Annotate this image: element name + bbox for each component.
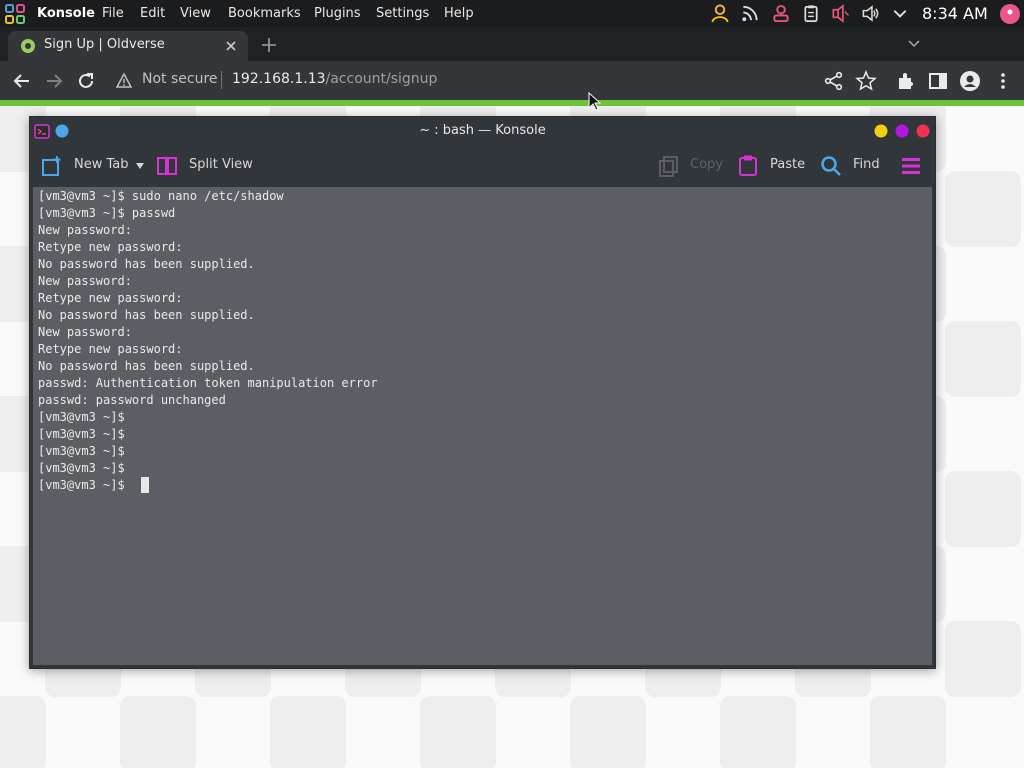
new-tab-icon[interactable] xyxy=(261,37,277,53)
browser-menu-icon[interactable] xyxy=(992,70,1014,92)
background-tile xyxy=(420,696,496,768)
bookmark-star-icon[interactable] xyxy=(855,70,877,92)
find-icon[interactable] xyxy=(820,155,842,177)
security-status[interactable]: Not secure xyxy=(142,71,218,87)
new-tab-label: New Tab xyxy=(74,157,129,172)
terminal-line: Retype new password: xyxy=(38,240,183,254)
background-tile xyxy=(720,696,796,768)
background-tile xyxy=(945,171,1021,247)
extensions-icon[interactable] xyxy=(895,70,917,92)
menu-view[interactable]: View xyxy=(180,0,211,27)
copy-button[interactable]: Copy xyxy=(690,157,723,172)
back-icon[interactable] xyxy=(11,70,33,92)
menu-file[interactable]: File xyxy=(102,0,124,27)
paste-button[interactable]: Paste xyxy=(770,157,805,172)
share-icon[interactable] xyxy=(823,70,845,92)
user-icon[interactable] xyxy=(710,4,730,23)
page-accent-bar xyxy=(0,100,1024,106)
paste-icon[interactable] xyxy=(737,154,759,177)
reload-icon[interactable] xyxy=(75,70,97,92)
background-tile xyxy=(945,321,1021,397)
background-tile xyxy=(870,696,946,768)
menu-settings[interactable]: Settings xyxy=(376,0,429,27)
terminal-line: [vm3@vm3 ~]$ xyxy=(38,461,125,475)
terminal-output[interactable]: [vm3@vm3 ~]$ sudo nano /etc/shadow [vm3@… xyxy=(33,187,932,665)
hamburger-menu-icon[interactable] xyxy=(900,156,922,176)
terminal-line: New password: xyxy=(38,325,132,339)
background-tile xyxy=(570,696,646,768)
terminal-line: [vm3@vm3 ~]$ xyxy=(38,427,125,441)
tab-title: Sign Up | Oldverse xyxy=(44,37,165,52)
browser-tab-bar: Sign Up | Oldverse xyxy=(0,27,1024,61)
volume-icon[interactable] xyxy=(861,4,881,23)
side-panel-icon[interactable] xyxy=(927,70,949,92)
profile-icon[interactable] xyxy=(959,70,981,92)
warning-icon[interactable] xyxy=(116,73,132,88)
terminal-line: [vm3@vm3 ~]$ xyxy=(38,444,125,458)
url-path: /account/signup xyxy=(325,71,438,87)
app-launcher-icon[interactable] xyxy=(4,3,26,25)
account-icon[interactable] xyxy=(771,4,791,23)
menu-plugins[interactable]: Plugins xyxy=(314,0,361,27)
browser-tab[interactable]: Sign Up | Oldverse xyxy=(8,31,248,61)
microphone-muted-icon[interactable] xyxy=(830,4,850,23)
copy-icon xyxy=(659,156,678,177)
terminal-line: Retype new password: xyxy=(38,291,183,305)
split-view-button[interactable]: Split View xyxy=(189,157,253,172)
close-icon[interactable] xyxy=(916,124,930,138)
terminal-line: New password: xyxy=(38,223,132,237)
split-view-icon[interactable] xyxy=(156,155,178,177)
new-tab-dropdown-icon[interactable] xyxy=(135,162,145,170)
text-cursor xyxy=(141,477,149,493)
app-name: Konsole xyxy=(37,6,95,21)
user-avatar-icon[interactable] xyxy=(999,3,1021,25)
terminal-line: [vm3@vm3 ~]$ xyxy=(38,410,125,424)
menu-help[interactable]: Help xyxy=(444,0,474,27)
terminal-line: [vm3@vm3 ~]$ sudo nano /etc/shadow xyxy=(38,189,284,203)
new-tab-icon xyxy=(42,156,61,176)
terminal-line: No password has been supplied. xyxy=(38,257,255,271)
terminal-prompt-line: [vm3@vm3 ~]$ xyxy=(38,478,125,492)
minimize-icon[interactable] xyxy=(874,124,888,138)
background-tile xyxy=(945,621,1021,697)
mouse-pointer-icon xyxy=(588,92,602,111)
menu-edit[interactable]: Edit xyxy=(140,0,165,27)
clipboard-icon[interactable] xyxy=(801,4,821,23)
url-host: 192.168.1.13 xyxy=(232,71,326,87)
background-tile xyxy=(945,471,1021,547)
terminal-line: New password: xyxy=(38,274,132,288)
menu-bookmarks[interactable]: Bookmarks xyxy=(228,0,301,27)
site-favicon-icon xyxy=(21,39,35,53)
rss-icon[interactable] xyxy=(740,4,760,23)
browser-toolbar: Not secure 192.168.1.13/account/signup xyxy=(0,61,1024,100)
url-text[interactable]: 192.168.1.13/account/signup xyxy=(232,71,437,87)
background-tile xyxy=(270,696,346,768)
terminal-line: [vm3@vm3 ~]$ passwd xyxy=(38,206,176,220)
top-panel: Konsole File Edit View Bookmarks Plugins… xyxy=(0,0,1024,27)
terminal-line: No password has been supplied. xyxy=(38,308,255,322)
terminal-line: No password has been supplied. xyxy=(38,359,255,373)
maximize-icon[interactable] xyxy=(895,124,909,138)
separator xyxy=(221,71,222,89)
find-button[interactable]: Find xyxy=(853,157,880,172)
close-tab-icon[interactable] xyxy=(225,40,237,52)
address-bar[interactable] xyxy=(104,65,884,96)
chevron-down-icon[interactable] xyxy=(890,4,910,23)
clock[interactable]: 8:34 AM xyxy=(922,0,988,27)
window-title: ~ : bash — Konsole xyxy=(419,123,546,138)
terminal-line: Retype new password: xyxy=(38,342,183,356)
konsole-window[interactable]: ~ : bash — Konsole New Tab Split View Co… xyxy=(29,116,936,669)
background-tile xyxy=(120,696,196,768)
terminal-line: passwd: Authentication token manipulatio… xyxy=(38,376,378,390)
background-tile xyxy=(0,696,46,768)
terminal-line: passwd: password unchanged xyxy=(38,393,226,407)
tab-search-icon[interactable] xyxy=(907,39,921,49)
forward-icon[interactable] xyxy=(43,70,65,92)
